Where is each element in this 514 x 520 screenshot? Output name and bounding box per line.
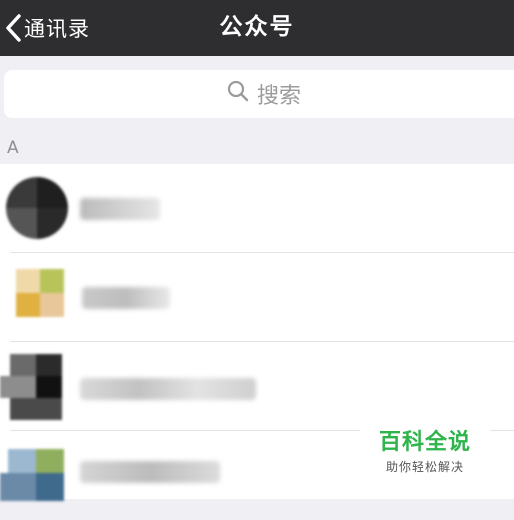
search-bar[interactable]: 搜索 <box>4 70 514 118</box>
search-area: 搜索 <box>0 56 514 134</box>
search-icon <box>227 80 257 108</box>
avatar <box>0 449 66 501</box>
account-name <box>80 198 160 220</box>
list-item[interactable] <box>0 164 514 253</box>
avatar <box>0 354 66 420</box>
watermark: 百科全说 助你轻松解决 <box>360 414 490 480</box>
watermark-subtitle: 助你轻松解决 <box>385 460 464 474</box>
avatar <box>16 269 78 331</box>
section-header: A <box>0 134 514 164</box>
navigation-bar: 通讯录 公众号 <box>0 0 514 56</box>
account-name <box>80 461 220 483</box>
watermark-title: 百科全说 <box>378 430 471 455</box>
account-name <box>80 378 256 400</box>
page-title: 公众号 <box>219 14 295 40</box>
search-placeholder: 搜索 <box>256 84 301 109</box>
list-item[interactable] <box>0 253 514 342</box>
section-letter: A <box>7 138 19 158</box>
avatar <box>6 177 68 239</box>
account-name <box>82 287 170 309</box>
